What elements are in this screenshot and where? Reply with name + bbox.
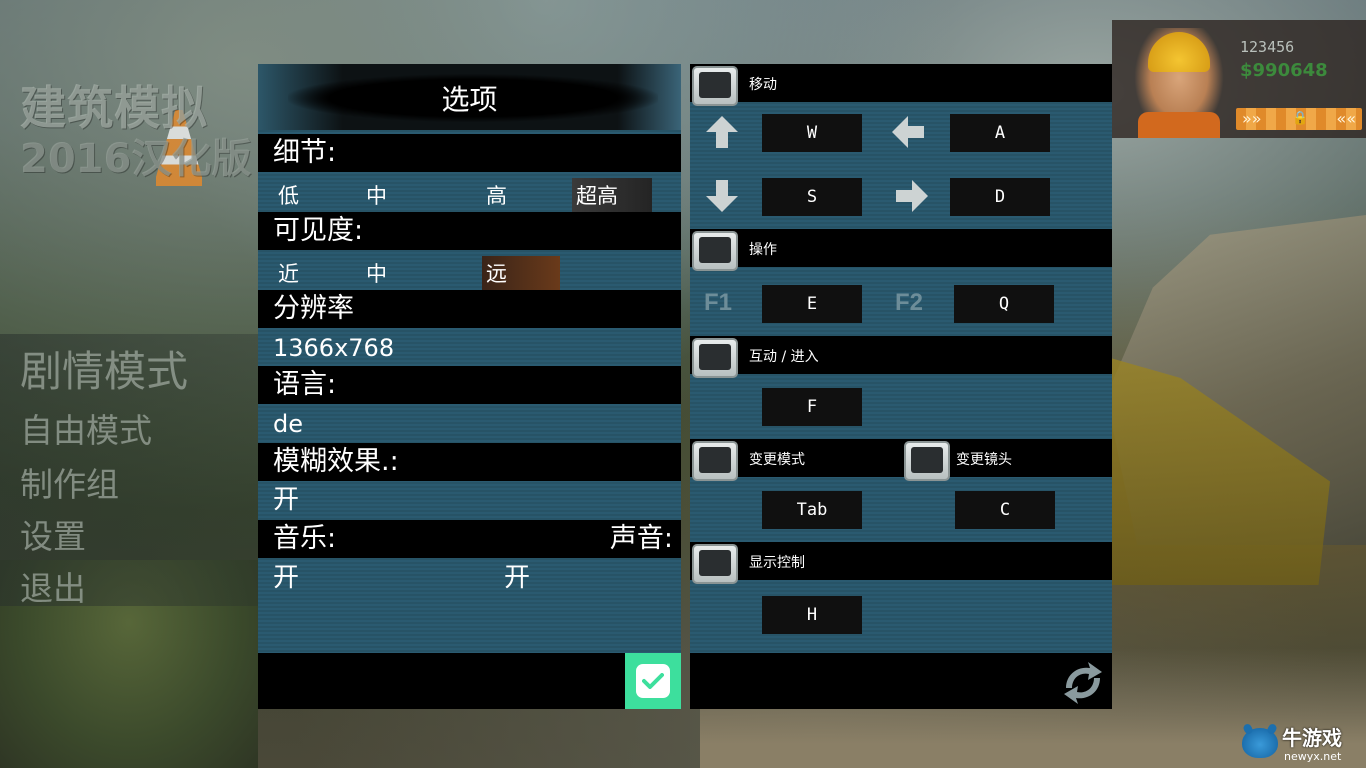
show-controls-checkbox[interactable] bbox=[692, 544, 738, 584]
key-interact[interactable]: F bbox=[762, 388, 862, 426]
key-down[interactable]: S bbox=[762, 178, 862, 216]
chevron-right-icon: »» bbox=[1242, 109, 1262, 128]
audio-labels-row: 音乐: 声音: bbox=[258, 520, 681, 558]
watermark-logo-icon bbox=[1242, 728, 1278, 758]
f2-label: F2 bbox=[895, 289, 924, 316]
player-money: $990648 bbox=[1240, 60, 1328, 81]
controls-footer bbox=[690, 653, 1112, 709]
reset-arrows-icon[interactable] bbox=[1058, 658, 1108, 708]
resolution-value[interactable]: 1366x768 bbox=[258, 330, 681, 366]
chevron-left-icon: «« bbox=[1336, 109, 1356, 128]
detail-choices: 低 中 高 超高 bbox=[258, 178, 681, 214]
key-f1-action[interactable]: E bbox=[762, 285, 862, 323]
move-label: 移动 bbox=[749, 77, 777, 93]
hardhat-icon bbox=[1148, 32, 1210, 72]
interact-label: 互动 / 进入 bbox=[749, 349, 819, 365]
change-mode-label: 变更模式 bbox=[749, 452, 805, 468]
arrow-up-icon bbox=[706, 116, 738, 148]
arrow-left-icon bbox=[892, 116, 924, 148]
player-profile: 123456 $990648 »» 🔒 «« bbox=[1112, 20, 1366, 138]
visibility-choices: 近 中 远 bbox=[258, 256, 681, 292]
operate-header: 操作 bbox=[690, 229, 1112, 271]
confirm-button[interactable] bbox=[625, 653, 681, 709]
player-avatar bbox=[1134, 28, 1224, 138]
f1-label: F1 bbox=[704, 289, 733, 316]
options-panel: 选项 细节: 低 中 高 超高 可见度: 近 中 远 分辨率 1366x768 … bbox=[258, 64, 681, 709]
lock-icon: 🔒 bbox=[1292, 111, 1309, 126]
move-checkbox[interactable] bbox=[692, 66, 738, 106]
show-controls-header: 显示控制 bbox=[690, 542, 1112, 584]
key-change-mode[interactable]: Tab bbox=[762, 491, 862, 529]
game-logo-subtitle: 2016汉化版 bbox=[20, 136, 252, 182]
resolution-label: 分辨率 bbox=[258, 290, 681, 328]
show-controls-keys: H bbox=[690, 582, 1112, 652]
detail-choice-low[interactable]: 低 bbox=[278, 178, 299, 214]
mode-camera-header: 变更模式 变更镜头 bbox=[690, 439, 1112, 481]
audio-values-row: 开 开 bbox=[258, 560, 681, 596]
sound-value[interactable]: 开 bbox=[504, 560, 530, 596]
music-value[interactable]: 开 bbox=[273, 560, 299, 596]
menu-item-story-mode[interactable]: 剧情模式 bbox=[20, 338, 188, 399]
detail-label: 细节: bbox=[258, 134, 681, 172]
interact-header: 互动 / 进入 bbox=[690, 336, 1112, 378]
visibility-choice-far[interactable]: 远 bbox=[482, 256, 560, 292]
visibility-choice-near[interactable]: 近 bbox=[278, 256, 299, 292]
blur-label: 模糊效果.: bbox=[258, 443, 681, 481]
key-show-controls[interactable]: H bbox=[762, 596, 862, 634]
safety-vest bbox=[1138, 112, 1220, 138]
move-keys: W A S D bbox=[690, 104, 1112, 228]
blur-value[interactable]: 开 bbox=[258, 482, 681, 518]
change-camera-label: 变更镜头 bbox=[956, 452, 1012, 468]
change-mode-checkbox[interactable] bbox=[692, 441, 738, 481]
operate-label: 操作 bbox=[749, 242, 777, 258]
key-right[interactable]: D bbox=[950, 178, 1050, 216]
detail-choice-medium[interactable]: 中 bbox=[366, 178, 387, 214]
sound-label: 声音: bbox=[609, 523, 673, 554]
arrow-right-icon bbox=[896, 180, 928, 212]
options-title: 选项 bbox=[441, 83, 498, 116]
player-name: 123456 bbox=[1240, 38, 1295, 56]
watermark-title: 牛游戏 bbox=[1282, 726, 1342, 750]
language-value[interactable]: de bbox=[258, 406, 681, 442]
controls-panel: 移动 W A S D 操作 F1 E F2 Q 互动 / 进入 F 变更模式 变… bbox=[690, 64, 1112, 709]
level-progress-bar: »» 🔒 «« bbox=[1236, 108, 1362, 130]
key-change-camera[interactable]: C bbox=[955, 491, 1055, 529]
visibility-label: 可见度: bbox=[258, 212, 681, 250]
detail-choice-ultra[interactable]: 超高 bbox=[572, 178, 652, 214]
watermark-url: newyx.net bbox=[1284, 750, 1342, 763]
interact-keys: F bbox=[690, 376, 1112, 438]
interact-checkbox[interactable] bbox=[692, 338, 738, 378]
mode-camera-keys: Tab C bbox=[690, 479, 1112, 541]
arrow-down-icon bbox=[706, 180, 738, 212]
confirm-check-icon bbox=[636, 664, 670, 698]
key-left[interactable]: A bbox=[950, 114, 1050, 152]
main-menu: 剧情模式 自由模式 制作组 设置 退出 bbox=[0, 334, 258, 608]
move-header: 移动 bbox=[690, 64, 1112, 106]
menu-item-settings[interactable]: 设置 bbox=[20, 510, 86, 558]
operate-checkbox[interactable] bbox=[692, 231, 738, 271]
menu-item-exit[interactable]: 退出 bbox=[20, 562, 86, 610]
watermark: 牛游戏 newyx.net bbox=[1238, 722, 1362, 766]
language-label: 语言: bbox=[258, 366, 681, 404]
options-footer bbox=[258, 653, 681, 709]
key-up[interactable]: W bbox=[762, 114, 862, 152]
music-label: 音乐: bbox=[273, 523, 337, 554]
operate-keys: F1 E F2 Q bbox=[690, 269, 1112, 335]
change-camera-checkbox[interactable] bbox=[904, 441, 950, 481]
show-controls-label: 显示控制 bbox=[749, 555, 805, 571]
menu-item-free-mode[interactable]: 自由模式 bbox=[20, 404, 152, 452]
key-f2-action[interactable]: Q bbox=[954, 285, 1054, 323]
options-header: 选项 bbox=[258, 64, 681, 130]
menu-item-credits[interactable]: 制作组 bbox=[20, 458, 119, 506]
visibility-choice-medium[interactable]: 中 bbox=[366, 256, 387, 292]
detail-choice-high[interactable]: 高 bbox=[486, 178, 507, 214]
